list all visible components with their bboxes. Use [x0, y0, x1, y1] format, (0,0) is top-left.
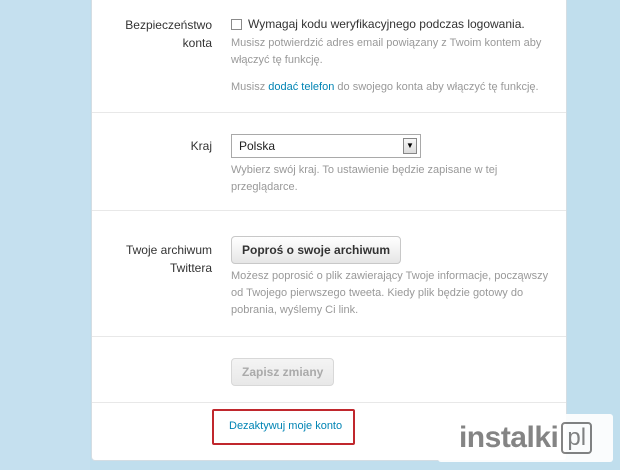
watermark-text: instalki	[458, 421, 559, 454]
verification-checkbox-label: Wymagaj kodu weryfikacyjnego podczas log…	[248, 17, 525, 31]
country-help: Wybierz swój kraj. To ustawienie będzie …	[231, 164, 498, 193]
divider	[92, 112, 566, 113]
add-phone-link[interactable]: dodać telefon	[268, 81, 334, 93]
country-select[interactable]: Polska ▼	[231, 134, 421, 158]
settings-panel: Bezpieczeństwo konta Wymagaj kodu weryfi…	[91, 0, 567, 461]
dropdown-arrow-icon[interactable]: ▼	[403, 138, 417, 154]
deactivate-account-link[interactable]: Dezaktywuj moje konto	[229, 420, 342, 432]
security-label: Bezpieczeństwo konta	[125, 18, 212, 50]
divider	[92, 336, 566, 337]
archive-field: Poproś o swoje archiwum Możesz poprosić …	[231, 236, 551, 319]
country-field: Polska ▼ Wybierz swój kraj. To ustawieni…	[231, 134, 551, 196]
archive-label: Twoje archiwum Twittera	[125, 243, 212, 275]
divider	[92, 402, 566, 403]
watermark-suffix: pl	[561, 422, 593, 454]
divider	[92, 210, 566, 211]
country-select-value: Polska	[239, 139, 276, 153]
country-label: Kraj	[190, 139, 212, 153]
verification-checkbox-row[interactable]: Wymagaj kodu weryfikacyjnego podczas log…	[231, 17, 551, 31]
help-text-post: do swojego konta aby włączyć tę funkcję.	[334, 81, 539, 93]
security-help-phone: Musisz dodać telefon do swojego konta ab…	[231, 79, 551, 96]
help-text-pre: Musisz	[231, 81, 269, 93]
page-background	[0, 0, 90, 470]
archive-help: Możesz poprosić o plik zawierający Twoje…	[231, 270, 549, 316]
save-field: Zapisz zmiany	[231, 358, 551, 386]
security-field: Wymagaj kodu weryfikacyjnego podczas log…	[231, 17, 551, 96]
save-changes-button[interactable]: Zapisz zmiany	[231, 358, 335, 386]
request-archive-button[interactable]: Poproś o swoje archiwum	[231, 236, 402, 264]
watermark-logo: instalki pl	[438, 414, 613, 462]
security-help-email: Musisz potwierdzić adres email powiązany…	[231, 37, 542, 66]
verification-checkbox[interactable]	[231, 18, 242, 30]
